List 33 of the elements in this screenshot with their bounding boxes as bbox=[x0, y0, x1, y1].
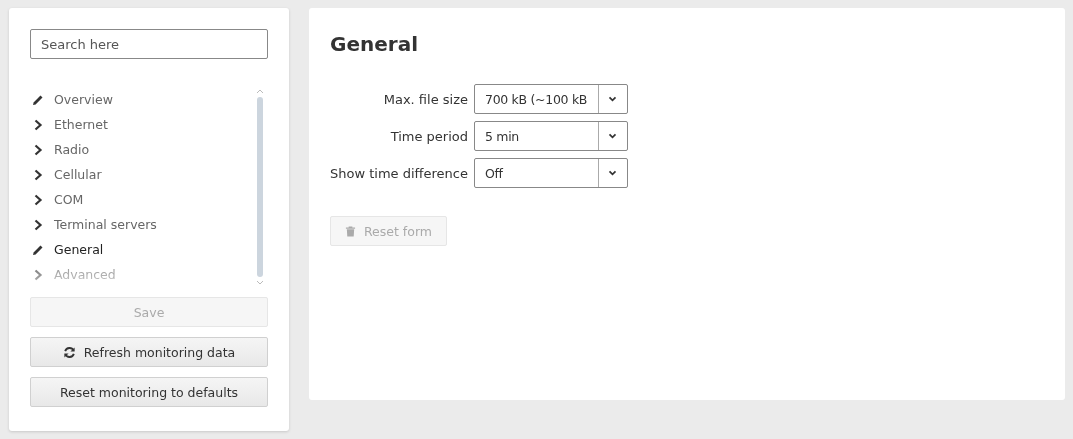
scroll-down-icon[interactable] bbox=[256, 280, 264, 285]
sidebar-button[interactable]: Refresh monitoring data bbox=[30, 337, 268, 367]
nav-item[interactable]: General bbox=[30, 237, 268, 262]
dropdown[interactable]: 5 min bbox=[474, 121, 628, 151]
nav-item[interactable]: Radio bbox=[30, 137, 268, 162]
pencil-icon bbox=[32, 93, 44, 106]
chevron-right-icon bbox=[32, 268, 44, 281]
nav-item[interactable]: COM bbox=[30, 187, 268, 212]
nav-item[interactable]: Ethernet bbox=[30, 112, 268, 137]
pencil-icon bbox=[32, 243, 44, 256]
field-label: Time period bbox=[389, 128, 468, 144]
field-label: Show time difference bbox=[330, 165, 468, 181]
refresh-icon bbox=[62, 345, 76, 359]
chevron-right-icon bbox=[32, 143, 44, 156]
sidebar-button[interactable]: Reset monitoring to defaults bbox=[30, 377, 268, 407]
caret-icon bbox=[608, 133, 618, 139]
chevron-right-icon bbox=[32, 218, 44, 231]
chevron-right-icon bbox=[32, 193, 44, 206]
dropdown[interactable]: Off bbox=[474, 158, 628, 188]
trash-icon bbox=[344, 225, 356, 237]
nav-item[interactable]: Cellular bbox=[30, 162, 268, 187]
scrollbar[interactable] bbox=[256, 89, 264, 285]
search-field[interactable]: Search here bbox=[30, 29, 268, 59]
page-title: General bbox=[330, 32, 419, 56]
nav-item[interactable]: Terminal servers bbox=[30, 212, 268, 237]
caret-icon bbox=[608, 96, 618, 102]
caret-icon bbox=[608, 170, 618, 176]
nav-item[interactable]: Overview bbox=[30, 87, 268, 112]
field-label: Max. file size bbox=[382, 91, 468, 107]
scroll-up-icon[interactable] bbox=[256, 89, 264, 94]
chevron-right-icon bbox=[32, 118, 44, 131]
chevron-right-icon bbox=[32, 168, 44, 181]
dropdown[interactable]: 700 kB (~100 kB bbox=[474, 84, 628, 114]
